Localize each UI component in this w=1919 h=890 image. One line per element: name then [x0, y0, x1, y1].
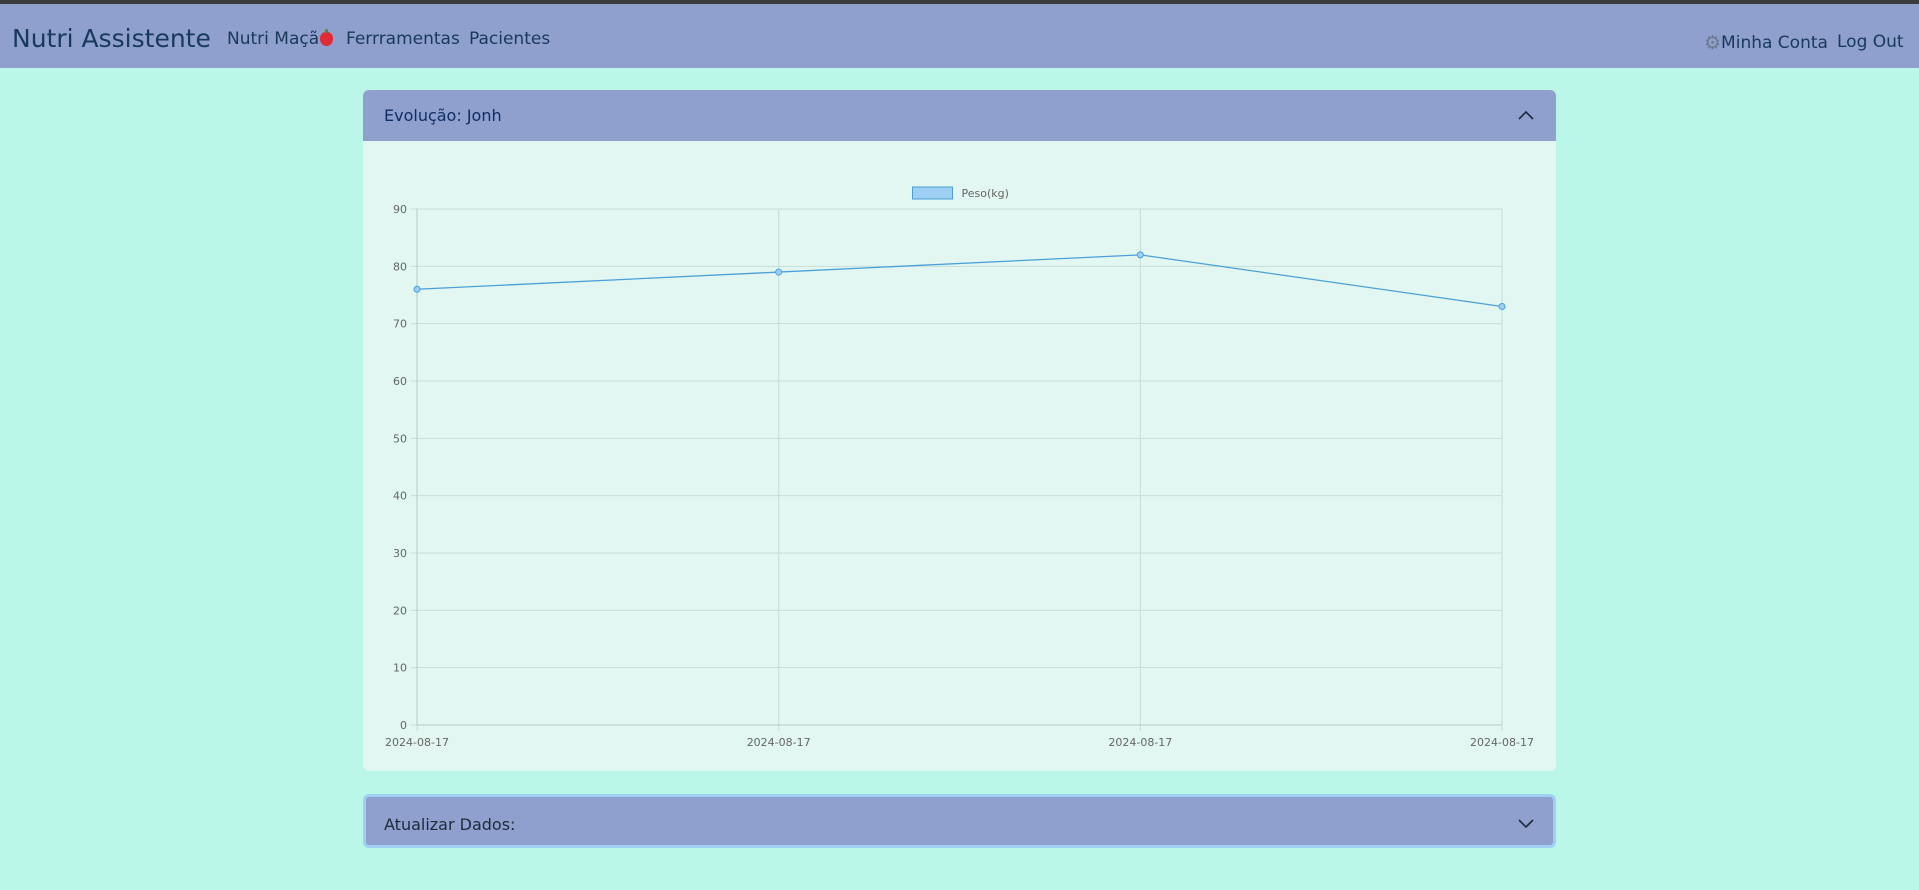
series-line — [416, 254, 1503, 308]
legend-swatch — [912, 186, 953, 200]
navbar: Nutri Assistente Nutri Maçã Ferrramentas… — [0, 4, 1919, 68]
atualizar-card[interactable]: Atualizar Dados: — [363, 794, 1556, 848]
x-tick-label: 2024-08-17 — [1108, 736, 1172, 749]
x-tick-label: 2024-08-17 — [1470, 736, 1534, 749]
gear-icon: ⚙ — [1704, 32, 1722, 54]
evolucao-title: Evolução: Jonh — [384, 106, 502, 125]
evolucao-card: Evolução: Jonh 0 10 20 30 40 50 60 70 80 90 2024-0… — [363, 90, 1556, 771]
y-tick-label: 20 — [393, 604, 407, 617]
nav-link-nutri-maca[interactable]: Nutri Maçã — [227, 29, 334, 49]
weight-line-chart: 0 10 20 30 40 50 60 70 80 90 2024-08-17 2024-08-17 2… — [385, 186, 1534, 749]
nav-link-pacientes[interactable]: Pacientes — [469, 29, 550, 49]
legend-label: Peso(kg) — [962, 187, 1009, 200]
chevron-down-icon[interactable] — [1516, 813, 1536, 833]
brand-link[interactable]: Nutri Assistente — [12, 24, 211, 53]
account-link-label: Minha Conta — [1721, 33, 1828, 53]
y-tick-label: 10 — [393, 662, 407, 675]
data-point — [1136, 251, 1144, 259]
account-link[interactable]: ⚙Minha Conta — [1704, 32, 1828, 54]
nav-link-nutri-maca-label: Nutri Maçã — [227, 29, 320, 49]
y-tick-label: 90 — [393, 203, 407, 216]
y-tick-label: 0 — [400, 719, 407, 732]
data-point — [775, 268, 783, 276]
atualizar-title: Atualizar Dados: — [384, 815, 516, 834]
x-tick-label: 2024-08-17 — [385, 736, 449, 749]
y-tick-label: 60 — [393, 375, 407, 388]
data-point — [413, 285, 421, 293]
nav-link-ferramentas[interactable]: Ferrramentas — [346, 29, 460, 49]
evolucao-card-header[interactable]: Evolução: Jonh — [363, 90, 1556, 141]
apple-icon — [320, 29, 334, 46]
data-point — [1498, 302, 1506, 310]
y-tick-label: 80 — [393, 260, 407, 273]
y-tick-label: 30 — [393, 547, 407, 560]
y-tick-label: 50 — [393, 432, 407, 445]
x-tick-label: 2024-08-17 — [747, 736, 811, 749]
logout-link[interactable]: Log Out — [1837, 32, 1904, 52]
y-tick-label: 40 — [393, 490, 407, 503]
y-tick-label: 70 — [393, 318, 407, 331]
chevron-up-icon[interactable] — [1516, 105, 1536, 125]
